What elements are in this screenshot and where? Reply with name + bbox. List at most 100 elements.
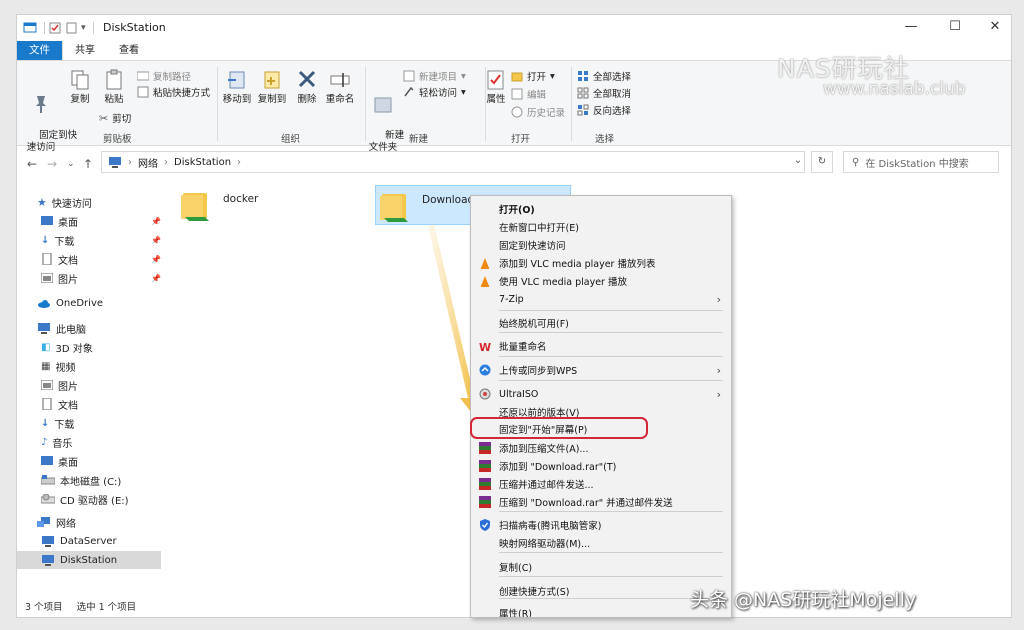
context-menu-item[interactable]: 添加到 "Download.rar"(T) <box>471 457 731 475</box>
nav-label: 网络 <box>56 518 76 530</box>
folder-item-docker[interactable]: docker <box>177 185 367 225</box>
music-note-icon: ♪ <box>41 436 48 448</box>
cut-button[interactable]: ✂ 剪切 <box>99 111 132 126</box>
new-folder-icon <box>374 97 392 113</box>
nav-music[interactable]: ♪ 音乐 <box>41 433 72 451</box>
context-menu-item[interactable]: 压缩到 "Download.rar" 并通过邮件发送 <box>471 493 731 511</box>
nav-quick-pictures[interactable]: 图片 📌 <box>41 269 161 287</box>
context-menu-item[interactable]: 添加到压缩文件(A)... <box>471 439 731 457</box>
search-input[interactable]: ⚲ 在 DiskStation 中搜索 <box>843 151 999 173</box>
refresh-icon[interactable]: ↻ <box>811 151 833 173</box>
context-menu-item[interactable]: 扫描病毒(腾讯电脑管家) <box>471 516 731 534</box>
nav-3d-objects[interactable]: ◧ 3D 对象 <box>41 338 93 356</box>
nav-diskstation[interactable]: DiskStation <box>17 551 161 569</box>
recent-locations-icon[interactable]: ⌄ <box>67 159 75 169</box>
winrar-icon <box>479 442 491 454</box>
context-menu-item[interactable]: 7-Zip › <box>471 290 731 308</box>
context-menu-label: 映射网络驱动器(M)... <box>499 539 591 550</box>
context-menu-item[interactable]: 压缩并通过邮件发送... <box>471 475 731 493</box>
nav-quick-documents[interactable]: 文档 📌 <box>41 250 161 268</box>
nav-dataserver[interactable]: DataServer <box>41 532 117 550</box>
tab-view[interactable]: 查看 <box>107 41 151 61</box>
open-button[interactable]: 打开 ▾ <box>511 69 555 83</box>
item-count: 3 个项目 <box>25 602 63 613</box>
easy-access-button[interactable]: 轻松访问 ▾ <box>403 85 466 99</box>
context-menu-item[interactable]: UltraISO › <box>471 385 731 403</box>
nav-pictures[interactable]: 图片 <box>41 376 78 394</box>
nav-label: 视频 <box>55 362 76 374</box>
invert-selection-button[interactable]: 反向选择 <box>577 103 631 117</box>
rename-button[interactable]: 重命名 <box>323 69 357 106</box>
pin-quick-access-button[interactable]: 固定到快 速访问 <box>21 69 77 166</box>
winrar-icon <box>479 478 491 490</box>
context-menu-label: 添加到 VLC media player 播放列表 <box>499 259 656 270</box>
nav-quick-downloads[interactable]: ↓ 下载 📌 <box>41 231 161 249</box>
nav-label: CD 驱动器 (E:) <box>60 495 129 507</box>
context-menu-item[interactable]: 添加到 VLC media player 播放列表 <box>471 254 731 272</box>
back-icon[interactable]: ← <box>27 157 37 171</box>
cut-label: 剪切 <box>112 114 132 125</box>
nav-network[interactable]: 网络 <box>37 513 76 531</box>
context-menu-item[interactable]: 固定到快速访问 <box>471 236 731 254</box>
context-menu-item[interactable]: 映射网络驱动器(M)... <box>471 534 731 552</box>
chevron-down-icon: ▾ <box>461 86 466 98</box>
context-menu-item[interactable]: 使用 VLC media player 播放 <box>471 272 731 290</box>
breadcrumb-network[interactable]: 网络 <box>138 155 158 170</box>
context-menu-item[interactable]: 始终脱机可用(F) <box>471 314 731 332</box>
context-menu-label: 始终脱机可用(F) <box>499 319 569 330</box>
breadcrumb-diskstation[interactable]: DiskStation <box>174 157 231 168</box>
tab-file[interactable]: 文件 <box>17 41 62 61</box>
properties-check-icon[interactable] <box>49 22 61 34</box>
minimize-button[interactable]: — <box>899 19 923 37</box>
context-menu-item[interactable]: 复制(C) <box>471 558 731 576</box>
menu-separator <box>499 332 723 333</box>
nav-label: 下载 <box>54 236 75 248</box>
context-menu-item[interactable]: 在新窗口中打开(E) <box>471 218 731 236</box>
history-button[interactable]: 历史记录 <box>511 105 565 119</box>
address-bar[interactable]: › 网络 › DiskStation › <box>101 151 805 173</box>
context-menu-item[interactable]: 上传或同步到WPS › <box>471 361 731 379</box>
paste-button[interactable]: 粘贴 <box>99 69 129 106</box>
submenu-chevron-icon: › <box>716 363 721 377</box>
context-menu: 打开(O) 在新窗口中打开(E) 固定到快速访问添加到 VLC media play… <box>470 195 732 618</box>
new-folder-quick-icon[interactable] <box>65 22 79 34</box>
new-item-button[interactable]: 新建项目 ▾ <box>403 69 466 83</box>
window-icon <box>23 22 37 33</box>
address-dropdown-icon[interactable]: ⌄ <box>787 151 809 173</box>
select-all-label: 全部选择 <box>593 72 632 83</box>
select-all-button[interactable]: 全部选择 <box>577 69 631 83</box>
move-to-button[interactable]: 移动到 <box>221 69 253 106</box>
close-button[interactable]: ✕ <box>983 19 1007 37</box>
context-menu-item[interactable]: W 批量重命名 <box>471 337 731 355</box>
edit-button[interactable]: 编辑 <box>511 87 546 101</box>
copy-button[interactable]: 复制 <box>65 69 95 106</box>
maximize-button[interactable]: ☐ <box>943 19 967 37</box>
document-icon <box>42 253 52 265</box>
nav-quick-access[interactable]: ★ 快速访问 <box>37 193 92 211</box>
delete-button[interactable]: 删除 <box>295 69 319 106</box>
nav-documents[interactable]: 文档 <box>41 395 78 413</box>
nav-downloads[interactable]: ↓ 下载 <box>41 414 74 432</box>
copy-path-button[interactable]: 复制路径 <box>137 69 191 83</box>
up-icon[interactable]: ↑ <box>83 157 93 171</box>
paste-shortcut-button[interactable]: 粘贴快捷方式 <box>137 85 210 99</box>
select-all-icon <box>578 71 588 81</box>
nav-quick-desktop[interactable]: 桌面 📌 <box>41 212 161 230</box>
nav-this-pc[interactable]: 此电脑 <box>37 319 86 337</box>
copy-to-label: 复制到 <box>257 94 287 105</box>
nav-desktop[interactable]: 桌面 <box>41 452 78 470</box>
vlc-icon <box>479 275 491 287</box>
context-menu-item[interactable]: 打开(O) <box>471 200 731 218</box>
nav-cd-drive-e[interactable]: CD 驱动器 (E:) <box>41 490 129 508</box>
select-none-label: 全部取消 <box>593 89 632 100</box>
easy-access-icon <box>404 86 414 97</box>
select-none-button[interactable]: 全部取消 <box>577 86 631 100</box>
properties-button[interactable]: 属性 <box>481 69 511 106</box>
nav-local-disk-c[interactable]: 本地磁盘 (C:) <box>41 471 121 489</box>
forward-icon[interactable]: → <box>47 157 57 171</box>
copy-to-button[interactable]: 复制到 <box>255 69 289 106</box>
document-icon <box>42 398 52 410</box>
nav-videos[interactable]: ▦ 视频 <box>41 357 75 375</box>
nav-onedrive[interactable]: OneDrive <box>37 294 103 312</box>
tab-share[interactable]: 共享 <box>63 41 107 61</box>
